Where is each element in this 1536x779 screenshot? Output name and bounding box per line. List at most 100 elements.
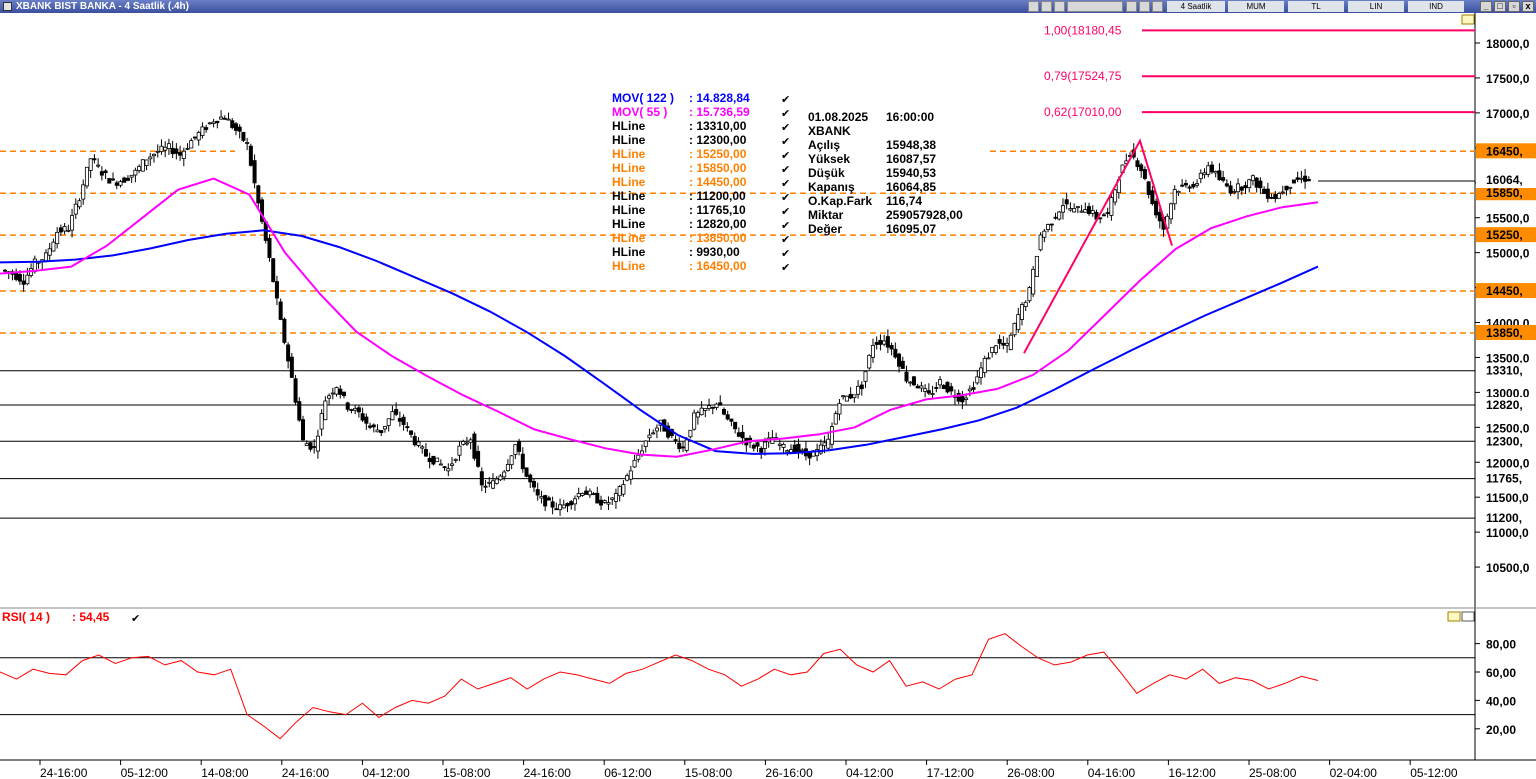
legend-check-icon[interactable]: ✔ [781, 234, 790, 246]
x-tick-label: 26-08:00 [1007, 766, 1055, 779]
candle-body [725, 414, 730, 420]
legend-check-icon[interactable]: ✔ [781, 206, 790, 218]
candle-body [565, 502, 570, 507]
candle-body [561, 504, 566, 509]
candle-body [796, 443, 801, 453]
hline-tag-label: 15250, [1486, 228, 1523, 242]
candle-body [643, 440, 648, 447]
candle-body [397, 418, 402, 422]
candle-body [1113, 189, 1118, 203]
candle-body [323, 400, 328, 421]
candle-body [852, 394, 857, 398]
legend-check-icon[interactable]: ✔ [781, 150, 790, 162]
candle-body [874, 341, 879, 345]
legend-check-icon[interactable]: ✔ [781, 262, 790, 274]
candle-body [997, 338, 1002, 344]
info-key: Kapanış [808, 180, 855, 194]
legend-check-icon[interactable]: ✔ [781, 220, 790, 232]
candle-body [1221, 177, 1226, 181]
candle-body [751, 444, 756, 449]
candle-body [971, 387, 976, 390]
y-tick-label: 15000,0 [1486, 247, 1530, 261]
candle-body [923, 388, 928, 392]
candle-body [531, 481, 536, 488]
y-tick-label: 15500,0 [1486, 212, 1530, 226]
candle-body [256, 185, 261, 204]
price-panel-lock-icon[interactable] [1461, 14, 1475, 25]
x-tick-label: 17-12:00 [927, 766, 975, 779]
candle-body [546, 497, 551, 501]
x-tick-label: 05-12:00 [121, 766, 169, 779]
candle-body [174, 148, 179, 154]
legend-check-icon[interactable]: ✔ [781, 108, 790, 120]
candle-body [416, 441, 421, 446]
rsi-panel-resize-icon[interactable] [1447, 611, 1461, 622]
hline-tag-label: 13850, [1486, 326, 1523, 340]
legend-check-icon[interactable]: ✔ [781, 94, 790, 106]
candle-body [237, 126, 242, 132]
candle-body [166, 143, 171, 149]
candle-body [25, 274, 30, 285]
rsi-panel-close-icon[interactable] [1461, 611, 1475, 622]
candle-body [1247, 179, 1252, 189]
candle-body [535, 489, 540, 496]
rsi-tick-label: 80,00 [1486, 638, 1516, 652]
legend-check-icon[interactable]: ✔ [781, 248, 790, 260]
info-value: 16:00:00 [886, 110, 934, 124]
candle-body [450, 463, 455, 466]
candle-body [1303, 175, 1308, 182]
y-tick-label: 11000,0 [1486, 526, 1529, 540]
rsi-check-icon[interactable]: ✔ [131, 613, 140, 625]
candle-body [684, 439, 689, 451]
candle-body [1008, 334, 1013, 350]
legend-item-label: HLine [612, 175, 646, 189]
legend-check-icon[interactable]: ✔ [781, 136, 790, 148]
candle-body [1168, 203, 1173, 220]
x-tick-label: 26-16:00 [765, 766, 813, 779]
candle-body [461, 441, 466, 445]
candle-body [315, 435, 320, 452]
info-value: 15940,53 [886, 166, 936, 180]
candle-body [170, 147, 175, 155]
rsi-line [0, 633, 1319, 740]
candle-body [1034, 255, 1039, 277]
candle-body [245, 142, 250, 144]
chart-canvas[interactable]: 18000,017500,017000,016500,016000,015500… [0, 0, 1536, 779]
hline-tag-label: 12820, [1486, 398, 1523, 412]
info-key: Açılış [808, 138, 840, 152]
candle-body [192, 136, 197, 139]
candle-body [1217, 170, 1222, 181]
candle-body [1090, 210, 1095, 214]
candle-body [844, 395, 849, 402]
legend-check-icon[interactable]: ✔ [781, 122, 790, 134]
candle-body [867, 354, 872, 369]
candle-body [576, 493, 581, 498]
candle-body [710, 406, 715, 409]
candle-body [1101, 214, 1106, 217]
candle-body [476, 450, 481, 467]
legend-item-value: : 11200,00 [689, 189, 746, 203]
candle-body [491, 480, 496, 489]
candle-body [1202, 172, 1207, 176]
candle-body [975, 376, 980, 384]
candle-body [21, 280, 26, 285]
candle-body [319, 413, 324, 430]
legend-check-icon[interactable]: ✔ [781, 178, 790, 190]
candle-body [312, 446, 317, 448]
legend-item-label: HLine [612, 133, 646, 147]
candle-body [893, 348, 898, 358]
candle-body [1105, 212, 1110, 214]
candle-body [941, 385, 946, 390]
candle-body [1236, 183, 1241, 193]
candle-body [1258, 180, 1263, 189]
legend-check-icon[interactable]: ✔ [781, 192, 790, 204]
candle-body [1198, 172, 1203, 180]
candle-body [379, 430, 384, 434]
candle-body [733, 421, 738, 430]
legend-item-value: : 16450,00 [689, 259, 747, 273]
candle-body [591, 493, 596, 495]
candle-body [81, 184, 86, 200]
legend-check-icon[interactable]: ✔ [781, 164, 790, 176]
candle-body [88, 158, 93, 171]
candle-body [882, 340, 887, 345]
